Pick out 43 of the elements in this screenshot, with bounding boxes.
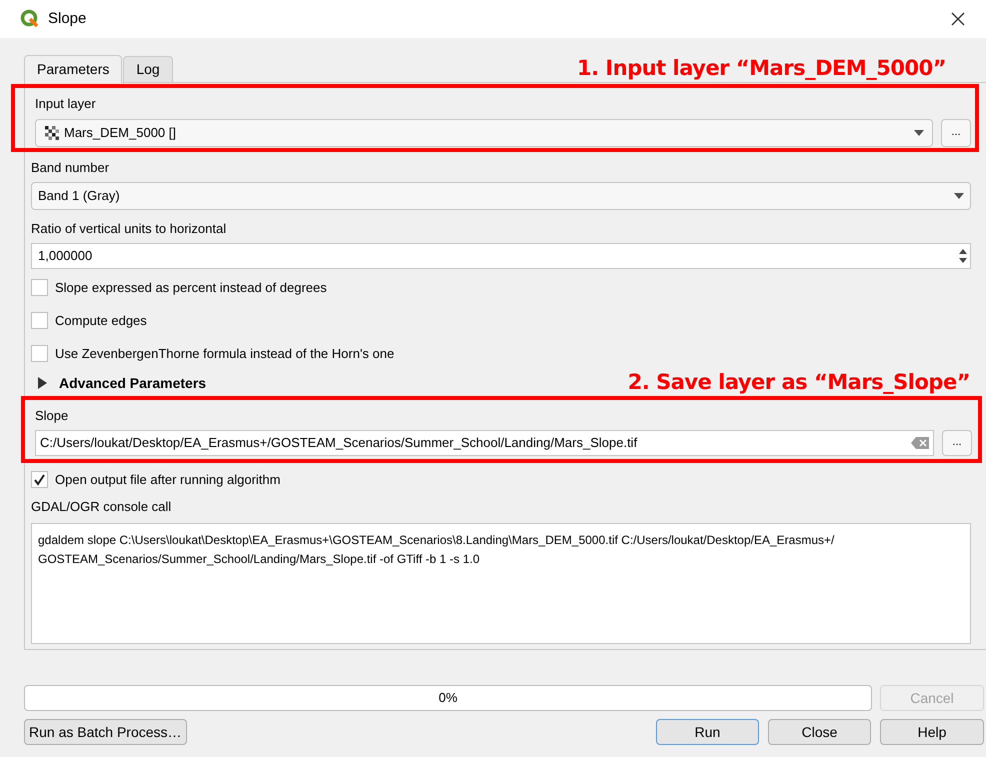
checkbox-label: Open output file after running algorithm	[55, 470, 280, 489]
tab[interactable]: Log	[123, 56, 173, 82]
tab[interactable]: Parameters	[24, 55, 122, 83]
browse-button[interactable]: ...	[941, 118, 971, 146]
annotation-text: 2. Save layer as “Mars_Slope”	[628, 369, 970, 396]
console-text-area[interactable]	[31, 522, 971, 644]
ratio-spinbox[interactable]: 1,000000	[31, 243, 971, 269]
browse-button[interactable]: ...	[942, 430, 972, 456]
dropdown-value: Band 1 (Gray)	[38, 186, 121, 205]
spinbox-value: 1,000000	[38, 247, 94, 266]
checkbox[interactable]	[31, 279, 48, 296]
clear-icon[interactable]	[911, 436, 929, 448]
checkbox[interactable]	[31, 345, 48, 362]
dropdown-caret-icon	[914, 130, 924, 136]
dialog-button[interactable]: Run as Batch Process…	[24, 719, 187, 745]
dialog-button[interactable]: Help	[880, 719, 984, 745]
advanced-parameters-toggle[interactable]: Advanced Parameters	[38, 372, 206, 394]
checkbox[interactable]	[31, 471, 48, 488]
console-command: gdaldem slope C:\Users\loukat\Desktop\EA_Erasmus+\GOSTEAM_Scenarios\8.Landing\Mars_DEM_5000.tif C:/Users/loukat/Desktop/EA_Erasmus+/ GOSTEAM_Scenarios/Summer_School/Landing/Mars_Slope.tif -of GTiff -b 1 -s 1.0	[38, 532, 834, 566]
layer-dropdown[interactable]: Mars_DEM_5000 []	[35, 118, 933, 146]
field-label: Band number	[31, 159, 110, 177]
output-path-field[interactable]: C:/Users/loukat/Desktop/EA_Erasmus+/GOSTEAM_Scenarios/Summer_School/Landing/Mars_Slope.tif	[35, 430, 934, 456]
raster-layer-icon	[44, 126, 60, 140]
close-icon[interactable]	[951, 12, 965, 26]
expand-arrow-icon	[38, 377, 47, 389]
checkbox-label: Use ZevenbergenThorne formula instead of the Horn's one	[55, 344, 394, 363]
dropdown-caret-icon	[954, 192, 964, 198]
annotation-text: 1. Input layer “Mars_DEM_5000”	[577, 54, 946, 82]
dropdown-value: Mars_DEM_5000 []	[64, 124, 177, 142]
field-value: C:/Users/loukat/Desktop/EA_Erasmus+/GOSTEAM_Scenarios/Summer_School/Landing/Mars_Slope.tif	[40, 434, 638, 452]
field-label: Ratio of vertical units to horizontal	[31, 220, 228, 238]
field-label: Slope	[35, 407, 70, 425]
window-title: Slope	[48, 8, 86, 29]
app-logo-icon	[20, 9, 40, 29]
checkbox[interactable]	[31, 312, 48, 329]
field-label: Input layer	[35, 95, 97, 113]
band-dropdown[interactable]: Band 1 (Gray)	[31, 182, 971, 210]
dialog-button[interactable]: Close	[768, 719, 871, 745]
progress-reading: 0%	[438, 689, 458, 708]
checkbox-label: Slope expressed as percent instead of degrees	[55, 278, 327, 297]
field-label: GDAL/OGR console call	[31, 498, 172, 516]
dialog-button[interactable]: Run	[656, 719, 759, 745]
checkbox-label: Compute edges	[55, 312, 147, 330]
